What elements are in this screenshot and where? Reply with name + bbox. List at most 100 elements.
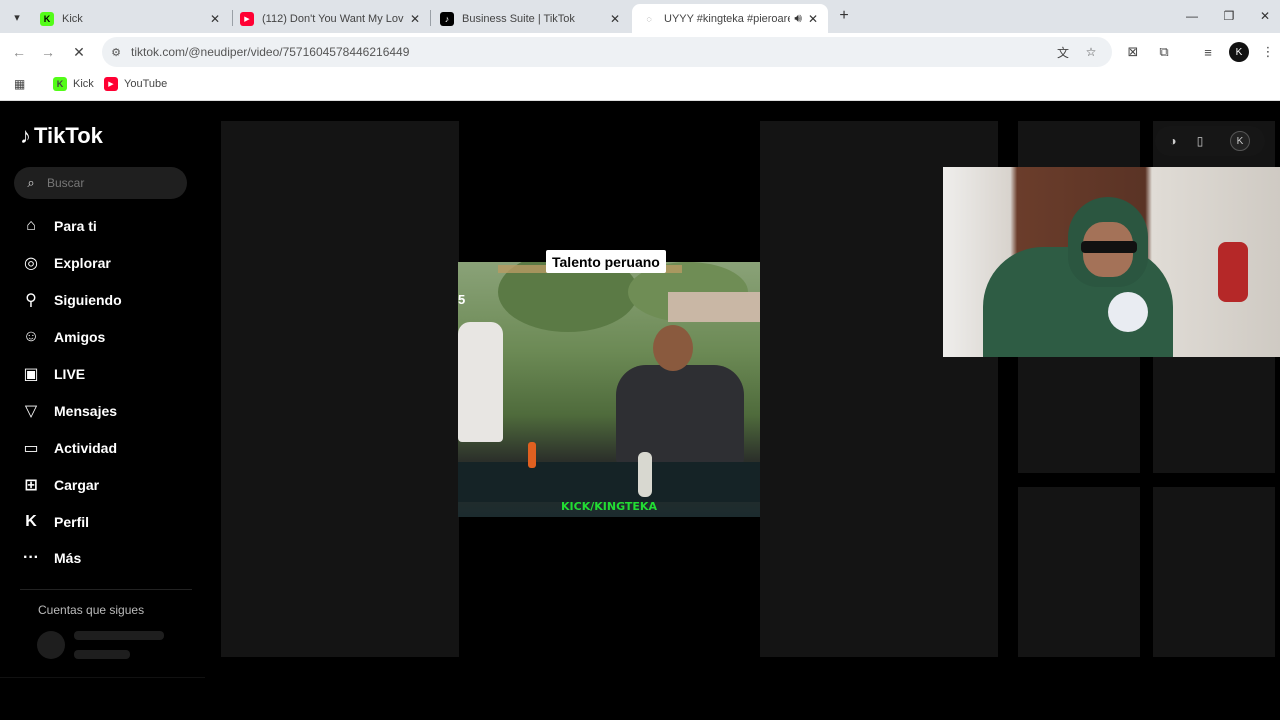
nav-item-perfil[interactable]: K Perfil xyxy=(20,510,89,534)
video-scene-person xyxy=(616,365,744,465)
nav-item-mas[interactable]: ··· Más xyxy=(20,546,81,570)
tab-search-dropdown-icon[interactable]: ▾ xyxy=(6,6,28,28)
minimize-icon[interactable]: — xyxy=(1177,6,1207,26)
nav-item-cargar[interactable]: ⊞ Cargar xyxy=(20,473,99,497)
menu-kebab-icon[interactable]: ⋮ xyxy=(1258,42,1278,62)
sidebar-divider xyxy=(20,589,192,590)
following-section-title: Cuentas que sigues xyxy=(38,603,145,617)
video-placeholder-panel xyxy=(1153,487,1275,657)
nav-item-mensajes[interactable]: ▽ Mensajes xyxy=(20,399,117,423)
nav-label: Más xyxy=(54,550,82,566)
bookmark-star-icon[interactable]: ☆ xyxy=(1082,43,1100,61)
nav-item-siguiendo[interactable]: ⚲ Siguiendo xyxy=(20,288,122,312)
video-placeholder-panel xyxy=(1018,487,1140,657)
video-scene-roof xyxy=(668,292,760,322)
back-icon[interactable]: ← xyxy=(8,41,30,63)
video-scene-table xyxy=(458,462,760,502)
close-tab-icon[interactable]: ✕ xyxy=(610,12,620,26)
profile-avatar-icon[interactable]: K xyxy=(1229,42,1249,62)
video-scene-head xyxy=(653,325,693,371)
kick-icon: K xyxy=(40,11,54,26)
skeleton-line xyxy=(74,631,164,640)
upload-icon: ⊞ xyxy=(24,477,38,494)
nav-label: Mensajes xyxy=(54,403,118,419)
home-icon: ⌂ xyxy=(26,217,36,234)
apps-grid-icon[interactable]: ▦ xyxy=(14,77,25,91)
nav-item-explorar[interactable]: ◎ Explorar xyxy=(20,251,111,275)
webcam-overlay xyxy=(943,167,1280,357)
nav-label: Para ti xyxy=(54,218,97,234)
skeleton-avatar xyxy=(37,631,65,659)
bookmark-label: YouTube xyxy=(124,78,168,90)
tiktok-logo[interactable]: ♪ TikTok xyxy=(20,123,103,149)
loading-icon: ◌ xyxy=(646,13,652,24)
tab-kick[interactable]: K Kick ✕ xyxy=(30,4,230,33)
tab-title: Business Suite | TikTok xyxy=(462,12,575,25)
nav-item-live[interactable]: ▣ LIVE xyxy=(20,362,85,386)
nav-item-para-ti[interactable]: ⌂ Para ti xyxy=(20,214,97,238)
video-scene-bottle xyxy=(638,452,652,497)
media-controls-icon[interactable]: ≡ xyxy=(1198,42,1218,62)
extensions-icon[interactable]: ⧉ xyxy=(1154,42,1174,62)
tab-tiktok-business[interactable]: ♪ Business Suite | TikTok ✕ xyxy=(430,4,630,33)
tab-active-video[interactable]: ◌ UYYY #kingteka #pieroaren 🔊︎ ✕ xyxy=(632,4,828,33)
tab-title: UYYY #kingteka #pieroaren xyxy=(664,12,791,25)
compass-icon: ◎ xyxy=(24,255,38,272)
webcam-person-glasses xyxy=(1081,241,1137,253)
activity-icon: ▭ xyxy=(23,440,39,457)
send-icon: ▽ xyxy=(24,403,38,420)
nav-label: Amigos xyxy=(54,329,106,345)
skeleton-line xyxy=(74,650,130,659)
browser-tab-bar: ▾ K Kick ✕ ▶ (112) Don't You Want My Lov… xyxy=(0,0,1280,33)
screenshot-icon[interactable]: ⊠ xyxy=(1123,42,1143,62)
url-text[interactable]: tiktok.com/@neudiper/video/7571604578446… xyxy=(131,45,409,59)
youtube-icon: ▶ xyxy=(240,11,254,26)
video-watermark: KICK/KINGTEKA xyxy=(561,500,657,513)
tab-youtube[interactable]: ▶ (112) Don't You Want My Love ✕ xyxy=(230,4,430,33)
restore-icon[interactable]: ❐ xyxy=(1214,6,1244,26)
stop-loading-icon[interactable]: ✕ xyxy=(68,41,90,63)
nav-label: Actividad xyxy=(54,440,118,456)
nav-label: LIVE xyxy=(54,366,86,382)
close-tab-icon[interactable]: ✕ xyxy=(808,12,818,26)
device-icon[interactable]: ▯ xyxy=(1190,131,1210,151)
address-bar[interactable]: ⚙ tiktok.com/@neudiper/video/75716045784… xyxy=(102,37,1112,67)
site-info-icon[interactable]: ⚙ xyxy=(108,44,124,60)
webcam-scene-object xyxy=(1218,242,1248,302)
nav-item-actividad[interactable]: ▭ Actividad xyxy=(20,436,117,460)
bookmarks-bar: ▦ K Kick ▶ YouTube xyxy=(0,71,1280,101)
tiktok-note-icon: ♪ xyxy=(20,123,31,148)
nav-label: Cargar xyxy=(54,477,100,493)
friends-icon: ☺ xyxy=(22,328,40,345)
bookmark-youtube[interactable]: ▶ YouTube xyxy=(104,77,167,91)
bookmark-kick[interactable]: K Kick xyxy=(53,77,94,91)
nav-label: Siguiendo xyxy=(54,292,122,308)
coins-icon[interactable]: ◑ xyxy=(1163,131,1183,151)
search-placeholder: Buscar xyxy=(47,176,85,190)
video-scene-person xyxy=(458,322,503,442)
forward-icon[interactable]: → xyxy=(37,41,59,63)
close-tab-icon[interactable]: ✕ xyxy=(410,12,420,26)
translate-icon[interactable]: 文 xyxy=(1054,43,1072,61)
nav-label: Perfil xyxy=(54,514,90,530)
nav-item-amigos[interactable]: ☺ Amigos xyxy=(20,325,106,349)
user-avatar-icon[interactable]: K xyxy=(1230,131,1250,151)
live-icon: ▣ xyxy=(23,366,39,383)
user-follow-icon: ⚲ xyxy=(25,292,37,309)
kick-icon: K xyxy=(53,77,67,91)
profile-icon: K xyxy=(25,513,37,530)
video-placeholder-panel xyxy=(221,121,459,657)
video-scene-cone xyxy=(528,442,536,468)
tab-title: Kick xyxy=(62,12,83,25)
sidebar-divider xyxy=(0,677,205,678)
new-tab-button[interactable]: + xyxy=(834,6,854,26)
browser-toolbar: ← → ✕ ⚙ tiktok.com/@neudiper/video/75716… xyxy=(0,33,1280,71)
tab-title: (112) Don't You Want My Love xyxy=(262,12,404,25)
close-tab-icon[interactable]: ✕ xyxy=(210,12,220,26)
audio-playing-icon[interactable]: 🔊︎ xyxy=(794,11,802,26)
webcam-person-glove xyxy=(1108,292,1148,332)
video-player[interactable]: 5 KICK/KINGTEKA xyxy=(458,262,760,517)
search-input[interactable]: ⌕ Buscar xyxy=(14,167,187,199)
nav-label: Explorar xyxy=(54,255,111,271)
close-window-icon[interactable]: ✕ xyxy=(1250,6,1280,26)
